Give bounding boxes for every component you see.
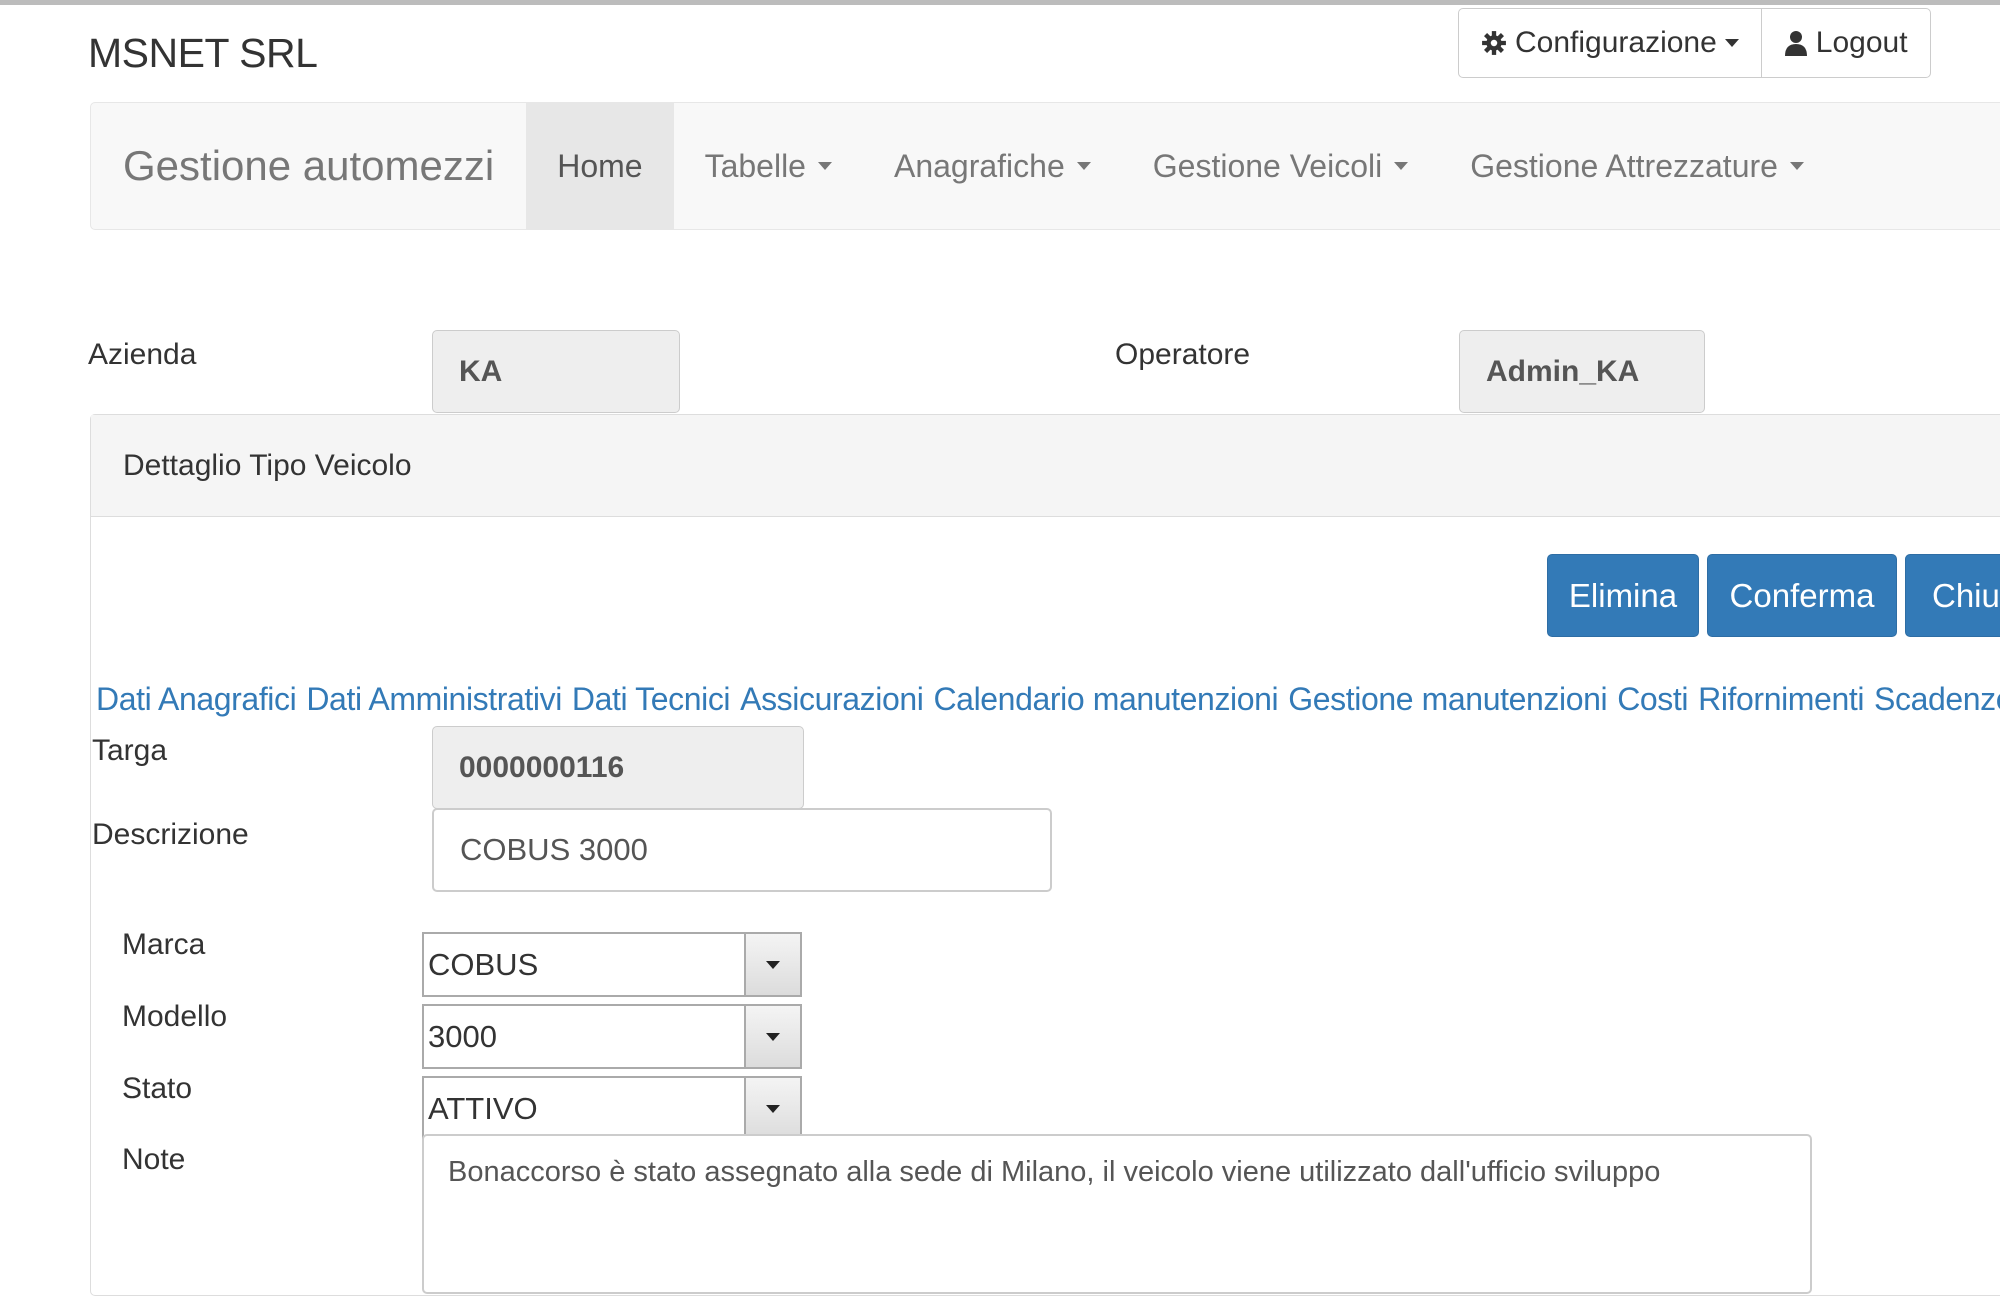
- tab-costi[interactable]: Costi: [1617, 681, 1688, 718]
- targa-field[interactable]: 0000000116: [432, 726, 804, 809]
- chevron-down-icon: [1394, 162, 1409, 170]
- chevron-down-icon: [817, 162, 832, 170]
- stato-value: ATTIVO: [424, 1078, 746, 1139]
- main-navbar: Gestione automezzi Home Tabelle Anagrafi…: [90, 102, 2000, 230]
- tab-dati-tecnici[interactable]: Dati Tecnici: [572, 681, 731, 718]
- top-border: [0, 0, 2000, 5]
- gear-icon: [1482, 31, 1506, 55]
- nav-item-gestione-veicoli[interactable]: Gestione Veicoli: [1122, 103, 1439, 229]
- operatore-label: Operatore: [1115, 338, 1251, 371]
- tab-dati-amministrativi[interactable]: Dati Amministrativi: [306, 681, 562, 718]
- descrizione-label: Descrizione: [92, 818, 249, 851]
- modello-select[interactable]: 3000: [422, 1004, 802, 1069]
- nav-item-home[interactable]: Home: [526, 103, 674, 229]
- logout-button[interactable]: Logout: [1760, 9, 1930, 77]
- stato-select[interactable]: ATTIVO: [422, 1076, 802, 1141]
- chevron-down-icon: [766, 1104, 780, 1113]
- nav-item-anagrafiche[interactable]: Anagrafiche: [863, 103, 1122, 229]
- panel-title: Dettaglio Tipo Veicolo: [91, 415, 2000, 517]
- close-button[interactable]: Chiud: [1905, 554, 2000, 637]
- modello-value: 3000: [424, 1006, 746, 1067]
- nav-label: Gestione Attrezzature: [1470, 147, 1778, 184]
- nav-label: Anagrafiche: [893, 147, 1065, 184]
- azienda-field[interactable]: KA: [432, 330, 680, 413]
- chevron-down-icon: [1724, 39, 1739, 47]
- modello-label: Modello: [122, 1000, 228, 1033]
- chevron-down-icon: [1789, 162, 1804, 170]
- tab-dati-anagrafici[interactable]: Dati Anagrafici: [96, 681, 297, 718]
- operatore-field[interactable]: Admin_KA: [1459, 330, 1705, 413]
- note-textarea[interactable]: Bonaccorso è stato assegnato alla sede d…: [422, 1134, 1812, 1294]
- nav-item-gestione-attrezzature[interactable]: Gestione Attrezzature: [1439, 103, 1835, 229]
- nav-label: Home: [557, 147, 643, 184]
- marca-dropdown-button[interactable]: [746, 934, 800, 995]
- user-toolbar: Configurazione Logout: [1458, 8, 1931, 78]
- configuration-menu-button[interactable]: Configurazione: [1459, 9, 1761, 77]
- tab-calendario-manutenzioni[interactable]: Calendario manutenzioni: [933, 681, 1278, 718]
- tab-assicurazioni[interactable]: Assicurazioni: [740, 681, 924, 718]
- tab-scadenze[interactable]: Scadenze: [1874, 681, 2000, 718]
- chevron-down-icon: [766, 960, 780, 969]
- chevron-down-icon: [1076, 162, 1091, 170]
- confirm-button[interactable]: Conferma: [1707, 554, 1897, 637]
- marca-select[interactable]: COBUS: [422, 932, 802, 997]
- tab-rifornimenti[interactable]: Rifornimenti: [1698, 681, 1864, 718]
- targa-label: Targa: [92, 734, 168, 767]
- navbar-brand[interactable]: Gestione automezzi: [91, 103, 526, 229]
- configuration-label: Configurazione: [1515, 26, 1717, 59]
- azienda-label: Azienda: [88, 338, 197, 371]
- marca-value: COBUS: [424, 934, 746, 995]
- nav-label: Tabelle: [704, 147, 806, 184]
- section-tabs: Dati Anagrafici Dati Amministrativi Dati…: [96, 681, 2000, 718]
- user-icon: [1784, 31, 1807, 56]
- tab-gestione-manutenzioni[interactable]: Gestione manutenzioni: [1288, 681, 1607, 718]
- stato-label: Stato: [122, 1072, 193, 1105]
- delete-button[interactable]: Elimina: [1547, 554, 1699, 637]
- stato-dropdown-button[interactable]: [746, 1078, 800, 1139]
- note-label: Note: [122, 1143, 186, 1176]
- chevron-down-icon: [766, 1032, 780, 1041]
- logout-label: Logout: [1815, 26, 1908, 59]
- modello-dropdown-button[interactable]: [746, 1006, 800, 1067]
- nav-label: Gestione Veicoli: [1152, 147, 1383, 184]
- marca-label: Marca: [122, 928, 206, 961]
- descrizione-input[interactable]: COBUS 3000: [432, 808, 1052, 892]
- nav-item-tabelle[interactable]: Tabelle: [674, 103, 863, 229]
- company-name: MSNET SRL: [88, 30, 318, 76]
